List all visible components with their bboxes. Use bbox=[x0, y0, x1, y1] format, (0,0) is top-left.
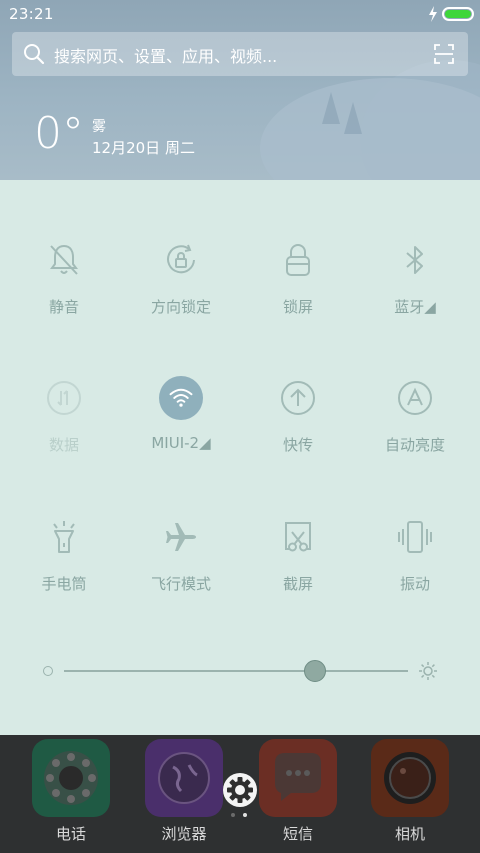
camera-app-icon bbox=[371, 739, 449, 817]
quick-transfer-icon bbox=[276, 376, 320, 420]
wifi-icon bbox=[159, 376, 203, 420]
weather-condition: 雾 bbox=[92, 119, 106, 135]
rotation-lock-icon bbox=[159, 238, 203, 282]
search-placeholder: 搜索网页、设置、应用、视频... bbox=[54, 47, 278, 66]
brightness-high-icon bbox=[419, 662, 437, 680]
toggle-rotation-lock-label: 方向锁定 bbox=[150, 298, 211, 316]
phone-app-icon bbox=[32, 739, 110, 817]
toggle-quick-transfer-label: 快传 bbox=[282, 436, 313, 454]
toggle-mute[interactable]: 静音 bbox=[4, 238, 124, 348]
toggle-wifi[interactable]: MIUI-2◢ bbox=[121, 376, 241, 486]
flashlight-icon bbox=[42, 515, 86, 559]
page-indicator-dot-active bbox=[243, 813, 247, 817]
search-bar[interactable]: 搜索网页、设置、应用、视频... bbox=[12, 32, 468, 76]
weather-date: 12月20日 周二 bbox=[92, 139, 195, 157]
quick-settings-panel: 静音 方向锁定 锁屏 蓝牙◢ 数据 MIUI-2◢ 快传 自动亮度 手电筒 飞行… bbox=[0, 180, 480, 735]
toggle-lock-screen-label: 锁屏 bbox=[282, 298, 313, 316]
brightness-slider-track[interactable] bbox=[64, 670, 408, 672]
background-tree bbox=[344, 102, 362, 134]
screenshot-icon bbox=[276, 515, 320, 559]
search-icon bbox=[24, 44, 45, 65]
toggle-wifi-label: MIUI-2◢ bbox=[151, 434, 211, 452]
page-indicator-dot bbox=[231, 813, 235, 817]
bell-off-icon bbox=[42, 238, 86, 282]
background-tree bbox=[322, 92, 340, 124]
app-messages[interactable]: 短信 bbox=[258, 739, 338, 844]
lock-icon bbox=[276, 238, 320, 282]
scan-icon[interactable] bbox=[434, 44, 454, 64]
status-bar: 23:21 bbox=[0, 0, 480, 28]
toggle-mobile-data-label: 数据 bbox=[48, 436, 79, 454]
toggle-bluetooth-label: 蓝牙◢ bbox=[394, 298, 436, 316]
toggle-airplane-mode[interactable]: 飞行模式 bbox=[121, 515, 241, 625]
toggle-airplane-mode-label: 飞行模式 bbox=[150, 575, 211, 593]
vibrate-icon bbox=[393, 515, 437, 559]
battery-icon bbox=[442, 7, 474, 21]
status-time: 23:21 bbox=[9, 5, 54, 23]
app-phone-label: 电话 bbox=[55, 825, 86, 843]
app-messages-label: 短信 bbox=[282, 825, 313, 843]
app-camera-label: 相机 bbox=[394, 825, 425, 843]
toggle-screenshot-label: 截屏 bbox=[282, 575, 313, 593]
app-phone[interactable]: 电话 bbox=[31, 739, 111, 844]
toggle-rotation-lock[interactable]: 方向锁定 bbox=[121, 238, 241, 348]
messages-app-icon bbox=[259, 739, 337, 817]
toggle-vibrate[interactable]: 振动 bbox=[355, 515, 475, 625]
mobile-data-icon bbox=[42, 376, 86, 420]
app-camera[interactable]: 相机 bbox=[370, 739, 450, 844]
toggle-auto-brightness[interactable]: 自动亮度 bbox=[355, 376, 475, 486]
browser-app-icon bbox=[145, 739, 223, 817]
auto-brightness-icon bbox=[393, 376, 437, 420]
app-browser[interactable]: 浏览器 bbox=[144, 739, 224, 844]
toggle-screenshot[interactable]: 截屏 bbox=[238, 515, 358, 625]
brightness-slider-thumb[interactable] bbox=[304, 660, 327, 682]
settings-gear-icon[interactable] bbox=[222, 772, 258, 808]
bluetooth-icon bbox=[393, 238, 437, 282]
toggle-quick-transfer[interactable]: 快传 bbox=[238, 376, 358, 486]
app-browser-label: 浏览器 bbox=[161, 825, 207, 843]
toggle-flashlight[interactable]: 手电筒 bbox=[4, 515, 124, 625]
toggle-mute-label: 静音 bbox=[48, 298, 79, 316]
weather-temperature: 0° bbox=[34, 108, 84, 159]
weather-header: 23:21 搜索网页、设置、应用、视频... 0° 雾 12月20日 周二 bbox=[0, 0, 480, 180]
background-hill bbox=[260, 78, 480, 180]
brightness-low-icon bbox=[43, 666, 53, 676]
toggle-flashlight-label: 手电筒 bbox=[41, 575, 87, 593]
airplane-icon bbox=[159, 515, 203, 559]
toggle-auto-brightness-label: 自动亮度 bbox=[384, 436, 445, 454]
toggle-bluetooth[interactable]: 蓝牙◢ bbox=[355, 238, 475, 348]
wifi-toggle-circle bbox=[159, 376, 203, 420]
charging-icon bbox=[429, 6, 437, 22]
toggle-lock-screen[interactable]: 锁屏 bbox=[238, 238, 358, 348]
toggle-vibrate-label: 振动 bbox=[399, 575, 430, 593]
toggle-mobile-data[interactable]: 数据 bbox=[4, 376, 124, 486]
